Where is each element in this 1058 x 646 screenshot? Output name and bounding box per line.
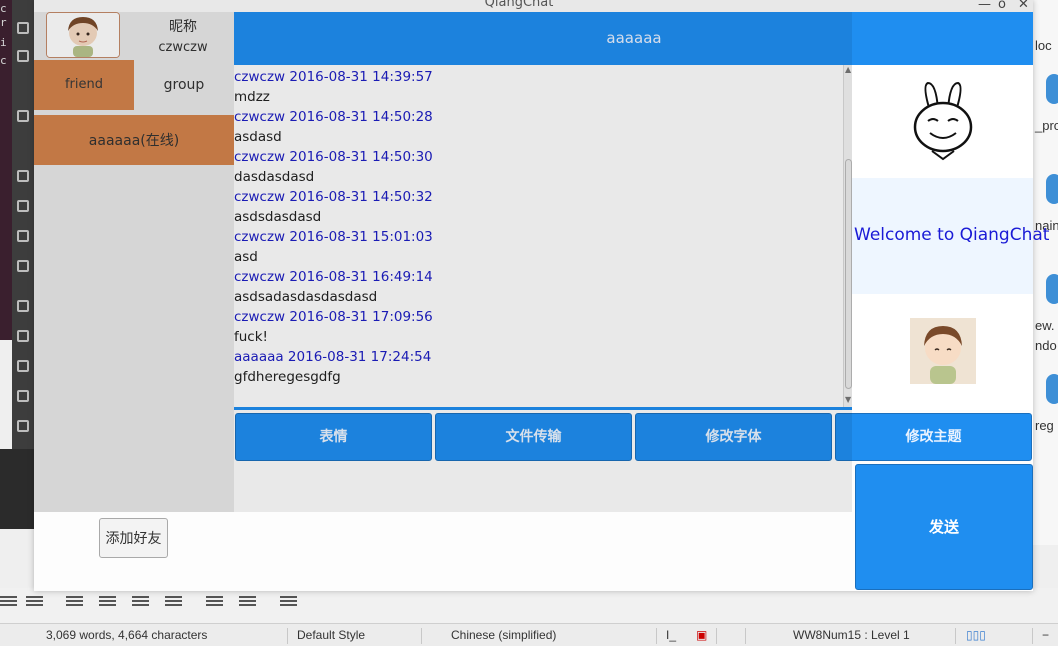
list-icon[interactable] <box>206 594 223 611</box>
friend-list-item[interactable]: aaaaaa(在线) <box>34 115 234 165</box>
file-icon[interactable] <box>1046 274 1058 304</box>
change-theme-button[interactable]: 修改主题 <box>835 413 1032 461</box>
writer-toolbar <box>0 588 1058 623</box>
file-label: reg <box>1035 418 1054 433</box>
message-body: asdsdasdasd <box>234 209 322 225</box>
message-header: czwczw 2016-08-31 14:50:30 <box>234 149 433 165</box>
list-icon[interactable] <box>239 594 256 611</box>
chat-title: aaaaaa <box>606 29 662 47</box>
add-friend-button[interactable]: 添加好友 <box>99 518 168 558</box>
indent-icon[interactable] <box>66 594 83 611</box>
message-header: czwczw 2016-08-31 15:01:03 <box>234 229 433 245</box>
align-icon[interactable] <box>0 594 17 611</box>
qiangchat-window: QiangChat — o ✕ 昵称 czwczw friend group a… <box>34 0 1050 591</box>
list-style-status: WW8Num15 : Level 1 <box>793 628 910 642</box>
launcher-dock <box>12 0 35 515</box>
zoom-out-icon[interactable]: − <box>1042 628 1049 642</box>
message-header: czwczw 2016-08-31 14:50:28 <box>234 109 433 125</box>
message-header: czwczw 2016-08-31 17:09:56 <box>234 309 433 325</box>
app-icon[interactable] <box>17 390 29 402</box>
folder-icon[interactable] <box>17 50 29 62</box>
word-count: 3,069 words, 4,664 characters <box>46 628 208 642</box>
file-icon[interactable] <box>1046 174 1058 204</box>
avatar-image <box>47 13 119 57</box>
message-header: czwczw 2016-08-31 14:39:57 <box>234 69 433 85</box>
file-label: loc <box>1035 38 1052 53</box>
language-status[interactable]: Chinese (simplified) <box>451 628 556 642</box>
friend-list: aaaaaa(在线) <box>34 115 234 512</box>
app-icon[interactable] <box>17 300 29 312</box>
maximize-icon[interactable]: o <box>998 0 1006 12</box>
message-header: aaaaaa 2016-08-31 17:24:54 <box>234 349 432 365</box>
terminal-text: c <box>0 2 7 15</box>
message-body: asd <box>234 249 258 265</box>
emoji-button[interactable]: 表情 <box>235 413 432 461</box>
close-icon[interactable]: ✕ <box>1018 0 1029 12</box>
selection-mode-icon[interactable]: I_ <box>666 628 676 642</box>
page-style[interactable]: Default Style <box>297 628 365 642</box>
spacing-icon[interactable] <box>165 594 182 611</box>
app-icon[interactable] <box>17 420 29 432</box>
message-body: asdsadasdasdasdasd <box>234 289 378 305</box>
indent-icon[interactable] <box>99 594 116 611</box>
music-icon[interactable] <box>17 110 29 122</box>
message-body: asdasd <box>234 129 282 145</box>
file-label: _pro <box>1035 118 1058 133</box>
scroll-up-icon[interactable]: ▲ <box>845 65 851 74</box>
info-panel: Welcome to QiangChat <box>852 65 1050 410</box>
minimize-icon[interactable]: — <box>978 0 991 12</box>
tab-group[interactable]: group <box>134 60 234 110</box>
welcome-text: Welcome to QiangChat <box>854 225 1050 245</box>
bunny-sticker-image <box>913 81 973 161</box>
user-avatar[interactable] <box>46 12 120 58</box>
message-header: czwczw 2016-08-31 14:50:32 <box>234 189 433 205</box>
terminal-text: i <box>0 36 7 49</box>
file-label: ndo <box>1035 338 1057 353</box>
message-body: mdzz <box>234 89 270 105</box>
contacts-panel: 昵称 czwczw friend group aaaaaa(在线) <box>34 12 234 512</box>
file-icon[interactable] <box>1046 374 1058 404</box>
message-body: fuck! <box>234 329 268 345</box>
globe-icon[interactable] <box>17 260 29 272</box>
contact-avatar-image <box>910 318 976 384</box>
window-title: QiangChat <box>484 0 554 10</box>
terminal-text: c <box>0 54 7 67</box>
list-icon[interactable] <box>280 594 297 611</box>
home-icon[interactable] <box>17 22 29 34</box>
message-body: dasdasdasd <box>234 169 315 185</box>
username: czwczw <box>158 40 208 55</box>
file-icon[interactable] <box>1046 74 1058 104</box>
scrollbar-thumb[interactable] <box>845 159 852 389</box>
terminal-text: r <box>0 16 7 29</box>
chat-header: aaaaaa <box>234 12 1033 65</box>
save-status-icon: ▣ <box>696 628 708 642</box>
app-icon[interactable] <box>17 330 29 342</box>
scroll-down-icon[interactable]: ▼ <box>845 395 851 404</box>
window-titlebar: QiangChat — o ✕ <box>34 0 1033 12</box>
spacing-icon[interactable] <box>132 594 149 611</box>
align-icon[interactable] <box>26 594 43 611</box>
status-bar: 3,069 words, 4,664 characters Default St… <box>0 623 1058 646</box>
message-header: czwczw 2016-08-31 16:49:14 <box>234 269 433 285</box>
nickname-label: 昵称 <box>169 19 197 35</box>
file-browser-background: loc _pro nain ew. ndo reg <box>1033 0 1058 545</box>
camera-icon[interactable] <box>17 170 29 182</box>
file-label: ew. <box>1035 318 1055 333</box>
document-icon[interactable] <box>17 200 29 212</box>
terminal-background: c r i c <box>0 0 12 340</box>
trash-icon[interactable] <box>17 230 29 242</box>
tab-friend[interactable]: friend <box>34 60 134 110</box>
app-icon[interactable] <box>17 360 29 372</box>
message-body: gfdheregesgdfg <box>234 369 341 385</box>
send-button[interactable]: 发送 <box>855 464 1033 590</box>
message-list: czwczw 2016-08-31 14:39:57 mdzz czwczw 2… <box>234 65 843 407</box>
view-layout-icon[interactable]: ▯▯▯ <box>966 628 986 642</box>
change-font-button[interactable]: 修改字体 <box>635 413 832 461</box>
file-transfer-button[interactable]: 文件传输 <box>435 413 632 461</box>
